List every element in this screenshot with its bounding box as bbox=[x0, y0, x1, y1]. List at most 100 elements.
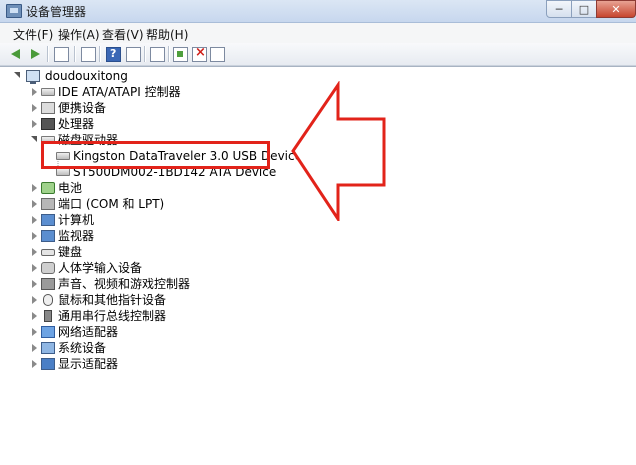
tree-item-label: 监视器 bbox=[58, 229, 95, 243]
view-icon bbox=[126, 47, 141, 62]
tree-item-keyboards[interactable]: 键盘 bbox=[32, 244, 232, 260]
tree-root[interactable]: doudouxitong bbox=[14, 68, 214, 84]
expand-icon[interactable] bbox=[32, 344, 37, 352]
monitor-icon bbox=[41, 230, 55, 242]
expand-icon[interactable] bbox=[32, 120, 37, 128]
minimize-button[interactable]: ─ bbox=[546, 0, 572, 18]
annotation-highlight-box bbox=[41, 141, 270, 169]
expand-icon[interactable] bbox=[32, 104, 37, 112]
system-device-icon bbox=[41, 342, 55, 354]
tree-item-label: IDE ATA/ATAPI 控制器 bbox=[58, 85, 181, 99]
tree-item-ide-controllers[interactable]: IDE ATA/ATAPI 控制器 bbox=[32, 84, 232, 100]
network-adapter-icon bbox=[41, 326, 55, 338]
toolbar-view-button[interactable] bbox=[124, 45, 142, 63]
window-title: 设备管理器 bbox=[26, 5, 87, 19]
port-icon bbox=[41, 198, 55, 210]
help-icon bbox=[106, 47, 121, 62]
expand-icon[interactable] bbox=[32, 296, 37, 304]
keyboard-icon bbox=[41, 249, 55, 256]
properties-button[interactable] bbox=[79, 45, 97, 63]
tree-item-network-adapters[interactable]: 网络适配器 bbox=[32, 324, 232, 340]
tree-item-portable-devices[interactable]: 便携设备 bbox=[32, 100, 232, 116]
help-button[interactable] bbox=[104, 45, 122, 63]
tree-item-label: 电池 bbox=[58, 181, 83, 195]
tree-item-sound-video[interactable]: 声音、视频和游戏控制器 bbox=[32, 276, 252, 292]
tree-item-label: 鼠标和其他指针设备 bbox=[58, 293, 167, 307]
menu-file[interactable]: 文件(F) bbox=[13, 26, 53, 43]
scan-icon bbox=[150, 47, 165, 62]
tree-item-computer[interactable]: 计算机 bbox=[32, 212, 232, 228]
uninstall-icon bbox=[192, 45, 207, 62]
scan-hardware-button[interactable] bbox=[148, 45, 166, 63]
expand-icon[interactable] bbox=[32, 88, 37, 96]
tree-item-display-adapters[interactable]: 显示适配器 bbox=[32, 356, 232, 372]
tree-item-label: 计算机 bbox=[58, 213, 95, 227]
menu-view[interactable]: 查看(V) bbox=[102, 26, 144, 43]
display-adapter-icon bbox=[41, 358, 55, 370]
device-manager-icon bbox=[6, 4, 22, 18]
toolbar-separator bbox=[47, 46, 49, 62]
title-bar[interactable]: 设备管理器 ─ □ ✕ bbox=[0, 0, 636, 23]
tree-root-label: doudouxitong bbox=[45, 69, 128, 83]
tree-item-label: 便携设备 bbox=[58, 101, 107, 115]
processor-icon bbox=[41, 118, 55, 130]
tree-item-label: 键盘 bbox=[58, 245, 83, 259]
forward-button[interactable] bbox=[26, 45, 44, 63]
tree-item-mice[interactable]: 鼠标和其他指针设备 bbox=[32, 292, 252, 308]
toolbar-separator bbox=[144, 46, 146, 62]
menu-action[interactable]: 操作(A) bbox=[58, 26, 100, 43]
expand-icon[interactable] bbox=[32, 312, 37, 320]
expand-icon[interactable] bbox=[32, 328, 37, 336]
expand-icon[interactable] bbox=[32, 264, 37, 272]
device-tree-pane[interactable]: doudouxitong IDE ATA/ATAPI 控制器 便携设备 处理器 … bbox=[0, 66, 636, 465]
toolbar bbox=[0, 43, 636, 66]
menu-help[interactable]: 帮助(H) bbox=[146, 26, 188, 43]
annotation-arrow-icon bbox=[291, 81, 386, 221]
tree-item-system-devices[interactable]: 系统设备 bbox=[32, 340, 232, 356]
update-driver-button[interactable] bbox=[171, 45, 189, 63]
back-button[interactable] bbox=[8, 45, 26, 63]
expand-icon[interactable] bbox=[32, 248, 37, 256]
toolbar-separator bbox=[168, 46, 170, 62]
tree-item-monitors[interactable]: 监视器 bbox=[32, 228, 232, 244]
tree-item-ports[interactable]: 端口 (COM 和 LPT) bbox=[32, 196, 232, 212]
tree-item-hid[interactable]: 人体学输入设备 bbox=[32, 260, 232, 276]
tree-item-label: 通用串行总线控制器 bbox=[58, 309, 167, 323]
show-hide-console-tree-button[interactable] bbox=[52, 45, 70, 63]
disable-button[interactable] bbox=[208, 45, 226, 63]
expand-icon[interactable] bbox=[32, 280, 37, 288]
properties-icon bbox=[81, 47, 96, 62]
usb-icon bbox=[44, 310, 52, 322]
tree-item-label: 处理器 bbox=[58, 117, 95, 131]
hid-icon bbox=[41, 262, 55, 274]
sound-icon bbox=[41, 278, 55, 290]
hard-disk-icon bbox=[56, 168, 70, 176]
tree-item-label: 人体学输入设备 bbox=[58, 261, 143, 275]
tree-item-batteries[interactable]: 电池 bbox=[32, 180, 232, 196]
mouse-icon bbox=[43, 294, 53, 306]
tree-item-label: 网络适配器 bbox=[58, 325, 119, 339]
expand-icon[interactable] bbox=[32, 184, 37, 192]
collapse-icon[interactable] bbox=[31, 136, 37, 142]
tree-item-label: 系统设备 bbox=[58, 341, 107, 355]
expand-icon[interactable] bbox=[32, 232, 37, 240]
collapse-icon[interactable] bbox=[14, 72, 20, 78]
ide-controller-icon bbox=[41, 88, 55, 96]
close-button[interactable]: ✕ bbox=[596, 0, 636, 18]
expand-icon[interactable] bbox=[32, 216, 37, 224]
uninstall-button[interactable] bbox=[190, 45, 208, 63]
menu-bar: 文件(F) 操作(A) 查看(V) 帮助(H) bbox=[0, 23, 636, 43]
battery-icon bbox=[41, 182, 55, 194]
computer-icon bbox=[26, 70, 40, 84]
expand-icon[interactable] bbox=[32, 200, 37, 208]
back-arrow-icon bbox=[11, 49, 20, 59]
disable-icon bbox=[210, 47, 225, 62]
forward-arrow-icon bbox=[31, 49, 40, 59]
maximize-button[interactable]: □ bbox=[571, 0, 597, 18]
tree-item-usb-controllers[interactable]: 通用串行总线控制器 bbox=[32, 308, 252, 324]
expand-icon[interactable] bbox=[32, 360, 37, 368]
tree-item-processors[interactable]: 处理器 bbox=[32, 116, 232, 132]
device-manager-window: 设备管理器 ─ □ ✕ 文件(F) 操作(A) 查看(V) 帮助(H) ? × … bbox=[0, 0, 636, 465]
tree-item-label: 端口 (COM 和 LPT) bbox=[58, 197, 165, 211]
toolbar-separator bbox=[74, 46, 76, 62]
